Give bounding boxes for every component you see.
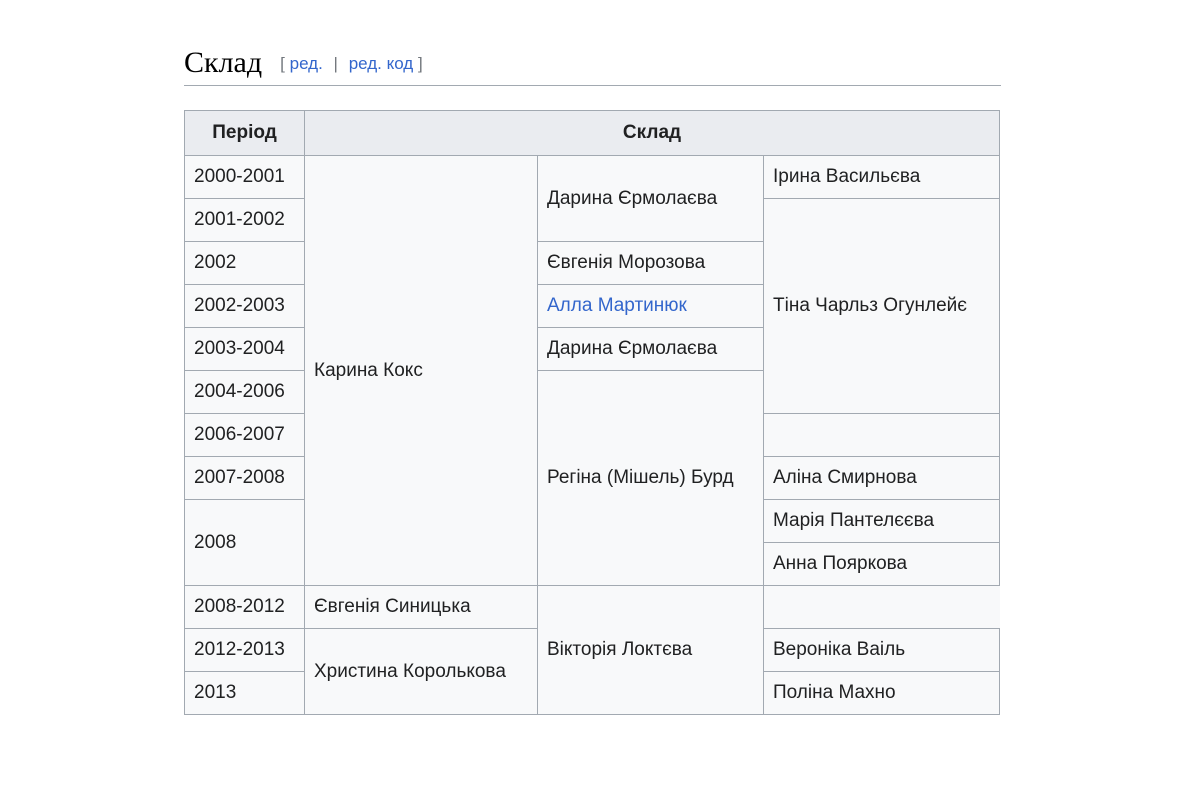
empty-cell — [763, 413, 1000, 457]
period-cell: 2013 — [184, 671, 305, 715]
section-title: Склад — [184, 46, 263, 79]
edit-separator: | — [333, 54, 338, 73]
member-cell: Поліна Махно — [763, 671, 1000, 715]
period-cell: 2008 — [184, 499, 305, 586]
header-period: Період — [184, 110, 305, 156]
member-cell: Ірина Васильєва — [763, 155, 1000, 199]
table-header-row: Період Склад — [184, 110, 1000, 156]
table-row: 2000-2001 Карина Кокс Дарина Єрмолаєва І… — [184, 155, 1000, 586]
member-cell: Аліна Смирнова — [763, 456, 1000, 500]
member-cell: Марія Пантелєєва — [763, 499, 1000, 543]
edit-section-links: [ ред. | ред. код ] — [280, 54, 423, 74]
member-cell: Карина Кокс — [304, 155, 538, 586]
period-cell: 2007-2008 — [184, 456, 305, 500]
member-cell: Євгенія Морозова — [537, 241, 764, 285]
member-cell: Дарина Єрмолаєва — [537, 327, 764, 371]
member-cell: Дарина Єрмолаєва — [537, 155, 764, 242]
table-row: 2008-2012 Євгенія Синицька Вікторія Локт… — [184, 585, 1000, 715]
member-cell: Євгенія Синицька — [304, 585, 538, 629]
member-cell: Тіна Чарльз Огунлейє — [763, 198, 1000, 414]
period-cell: 2000-2001 — [184, 155, 305, 199]
member-link[interactable]: Алла Мартинюк — [537, 284, 764, 328]
section-heading: Склад [ ред. | ред. код ] — [184, 40, 1001, 86]
member-cell: Регіна (Мішель) Бурд — [537, 370, 764, 586]
header-lineup: Склад — [304, 110, 1000, 156]
lineup-table: Період Склад 2000-2001 Карина Кокс Дарин… — [184, 110, 1000, 715]
period-cell: 2012-2013 — [184, 628, 305, 672]
member-cell: Анна Пояркова — [763, 542, 1000, 586]
edit-link[interactable]: ред. — [290, 54, 323, 73]
period-cell: 2003-2004 — [184, 327, 305, 371]
period-cell: 2006-2007 — [184, 413, 305, 457]
period-cell: 2008-2012 — [184, 585, 305, 629]
period-cell: 2002 — [184, 241, 305, 285]
section-lineup: Склад [ ред. | ред. код ] Період Склад 2… — [184, 40, 1001, 715]
member-cell: Вероніка Ваіль — [763, 628, 1000, 672]
member-cell: Вікторія Локтєва — [537, 585, 764, 715]
edit-code-link[interactable]: ред. код — [349, 54, 414, 73]
period-cell: 2001-2002 — [184, 198, 305, 242]
member-cell: Христина Королькова — [304, 628, 538, 715]
period-cell: 2002-2003 — [184, 284, 305, 328]
edit-bracket-close: ] — [417, 54, 423, 73]
period-cell: 2004-2006 — [184, 370, 305, 414]
edit-bracket-open: [ — [280, 54, 285, 73]
